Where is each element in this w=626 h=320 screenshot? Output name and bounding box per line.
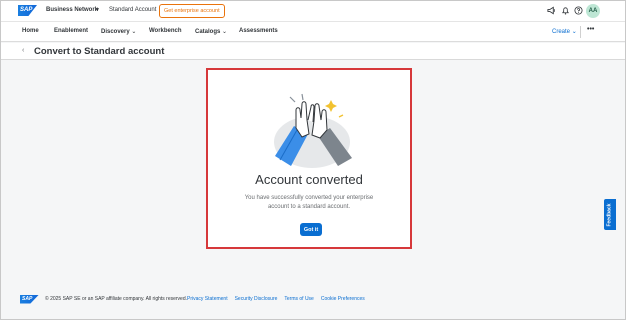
nav-item-catalogs-label: Catalogs [195, 29, 221, 35]
create-label: Create [552, 29, 571, 35]
footer-logo-text: SAP [22, 295, 33, 302]
help-icon[interactable] [573, 5, 583, 15]
nav-item-discovery-label: Discovery [101, 29, 130, 35]
sap-logo[interactable]: SAP [18, 5, 37, 16]
copyright-text: © 2025 SAP SE or an SAP affiliate compan… [45, 296, 188, 302]
nav-item-workbench[interactable]: Workbench [149, 28, 182, 34]
dialog-message: You have successfully converted your ent… [244, 195, 374, 210]
megaphone-icon[interactable] [546, 5, 556, 15]
nav-item-discovery[interactable]: Discovery ⌄ [101, 28, 136, 35]
nav-item-enablement[interactable]: Enablement [54, 28, 88, 34]
shell-bar: SAP Business Network ▼ Standard Account … [1, 1, 625, 21]
page-header: ‹ Convert to Standard account [1, 43, 625, 60]
sap-logo-text: SAP [20, 7, 33, 13]
footer-sap-logo: SAP [20, 294, 39, 304]
notification-bell-icon[interactable] [560, 5, 570, 15]
footer: SAP © 2025 SAP SE or an SAP affiliate co… [20, 294, 365, 304]
product-switcher[interactable]: Business Network [46, 7, 98, 13]
nav-item-catalogs[interactable]: Catalogs ⌄ [195, 28, 227, 35]
terms-of-use-link[interactable]: Terms of Use [284, 296, 313, 302]
privacy-statement-link[interactable]: Privacy Statement [187, 296, 228, 302]
high-five-illustration [274, 93, 352, 168]
account-converted-dialog: Account converted You have successfully … [206, 68, 412, 249]
feedback-label: Feedback [607, 202, 614, 227]
page-title: Convert to Standard account [34, 46, 165, 57]
create-menu-button[interactable]: Create ⌄ [552, 28, 577, 35]
user-avatar[interactable]: AA [586, 4, 600, 18]
more-options-icon[interactable]: ••• [587, 26, 594, 33]
product-dropdown-icon[interactable]: ▼ [95, 7, 100, 13]
nav-item-assessments[interactable]: Assessments [239, 28, 278, 34]
top-navigation: Home Enablement Discovery ⌄ Workbench Ca… [1, 21, 625, 42]
chevron-down-icon: ⌄ [131, 29, 137, 35]
chevron-down-icon: ⌄ [571, 29, 577, 35]
feedback-tab[interactable]: Feedback [604, 199, 616, 230]
account-type-label: Standard Account [109, 7, 157, 13]
security-disclosure-link[interactable]: Security Disclosure [235, 296, 278, 302]
chevron-down-icon: ⌄ [222, 29, 228, 35]
nav-divider [580, 26, 581, 38]
nav-item-home[interactable]: Home [22, 28, 39, 34]
get-enterprise-account-button[interactable]: Get enterprise account [159, 4, 225, 18]
got-it-button[interactable]: Got it [300, 223, 322, 236]
cookie-preferences-link[interactable]: Cookie Preferences [321, 296, 365, 302]
back-arrow-icon[interactable]: ‹ [22, 47, 24, 54]
dialog-heading: Account converted [255, 172, 363, 187]
